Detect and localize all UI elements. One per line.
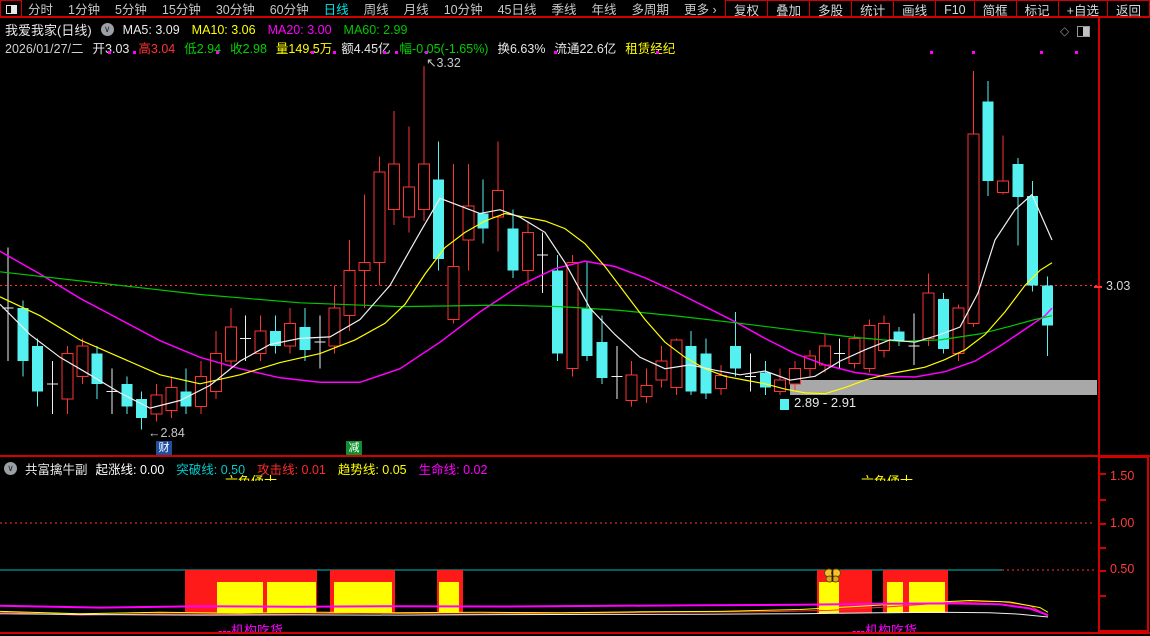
action-bar: 复权 叠加 多股 统计 画线 F10 简框 标记 +自选 返回 xyxy=(725,0,1150,18)
signal-text-right: ---六色俑士 xyxy=(848,471,913,481)
indicator-chart-canvas[interactable] xyxy=(0,456,1098,634)
signal-badge-cai: 财 xyxy=(156,441,172,456)
period-tab[interactable]: 60分钟 xyxy=(270,0,309,18)
price-axis-line xyxy=(1098,18,1100,456)
range-candle-icon xyxy=(780,399,789,410)
price-range-label: 2.89 - 2.91 xyxy=(794,395,857,410)
bottom-frame-line xyxy=(0,632,1150,634)
action-button[interactable]: 多股 xyxy=(809,0,853,18)
period-tab[interactable]: 30分钟 xyxy=(216,0,255,18)
indicator-axis-panel: 1.50 1.00 0.50 xyxy=(1098,456,1149,632)
period-tab[interactable]: 5分钟 xyxy=(115,0,147,18)
period-tab[interactable]: 周线 xyxy=(364,0,389,18)
current-price-axis-label: 3.03 xyxy=(1106,279,1131,293)
price-axis-tick xyxy=(1094,286,1102,288)
action-button[interactable]: 标记 xyxy=(1015,0,1059,18)
period-tab[interactable]: 10分钟 xyxy=(444,0,483,18)
period-tab[interactable]: 45日线 xyxy=(498,0,537,18)
period-tab[interactable]: 分时 xyxy=(28,0,53,18)
axis-label-150: 1.50 xyxy=(1110,469,1135,483)
period-tab[interactable]: 年线 xyxy=(592,0,617,18)
period-tab[interactable]: 更多 › xyxy=(684,0,717,18)
period-tab[interactable]: 季线 xyxy=(552,0,577,18)
action-button[interactable]: 叠加 xyxy=(767,0,811,18)
window-icon xyxy=(5,4,17,14)
main-chart-canvas[interactable] xyxy=(0,18,1098,455)
period-tab[interactable]: 日线 xyxy=(324,0,349,18)
top-toolbar: 分时 1分钟 5分钟 15分钟 30分钟 60分钟 日线 周线 月线 10分钟 45日线 季线 年线 多周… xyxy=(0,0,1150,18)
period-tab[interactable]: 1分钟 xyxy=(68,0,100,18)
action-button[interactable]: F10 xyxy=(935,0,975,18)
action-button[interactable]: 简框 xyxy=(973,0,1017,18)
peak-price-label: ↖3.32 xyxy=(426,56,461,70)
action-button[interactable]: 返回 xyxy=(1106,0,1150,18)
window-layout-button[interactable] xyxy=(0,0,22,18)
period-tab[interactable]: 15分钟 xyxy=(162,0,201,18)
signal-badge-jian: 减 xyxy=(346,441,362,456)
period-tab[interactable]: 月线 xyxy=(404,0,429,18)
axis-label-100: 1.00 xyxy=(1110,516,1135,530)
signal-text-left: ---六色俑士 xyxy=(212,471,277,481)
period-tab[interactable]: 多周期 xyxy=(632,0,670,18)
axis-label-050: 0.50 xyxy=(1110,562,1135,576)
action-button[interactable]: 复权 xyxy=(725,0,769,18)
action-button[interactable]: 统计 xyxy=(851,0,895,18)
action-button[interactable]: +自选 xyxy=(1057,0,1108,18)
period-nav: 分时 1分钟 5分钟 15分钟 30分钟 60分钟 日线 周线 月线 10分钟 45日线 季线 年线 多周… xyxy=(28,0,717,17)
stock-app-window: 分时 1分钟 5分钟 15分钟 30分钟 60分钟 日线 周线 月线 10分钟 45日线 季线 年线 多周… xyxy=(0,0,1150,636)
action-button[interactable]: 画线 xyxy=(893,0,937,18)
low-price-label: ←2.84 xyxy=(148,426,185,440)
